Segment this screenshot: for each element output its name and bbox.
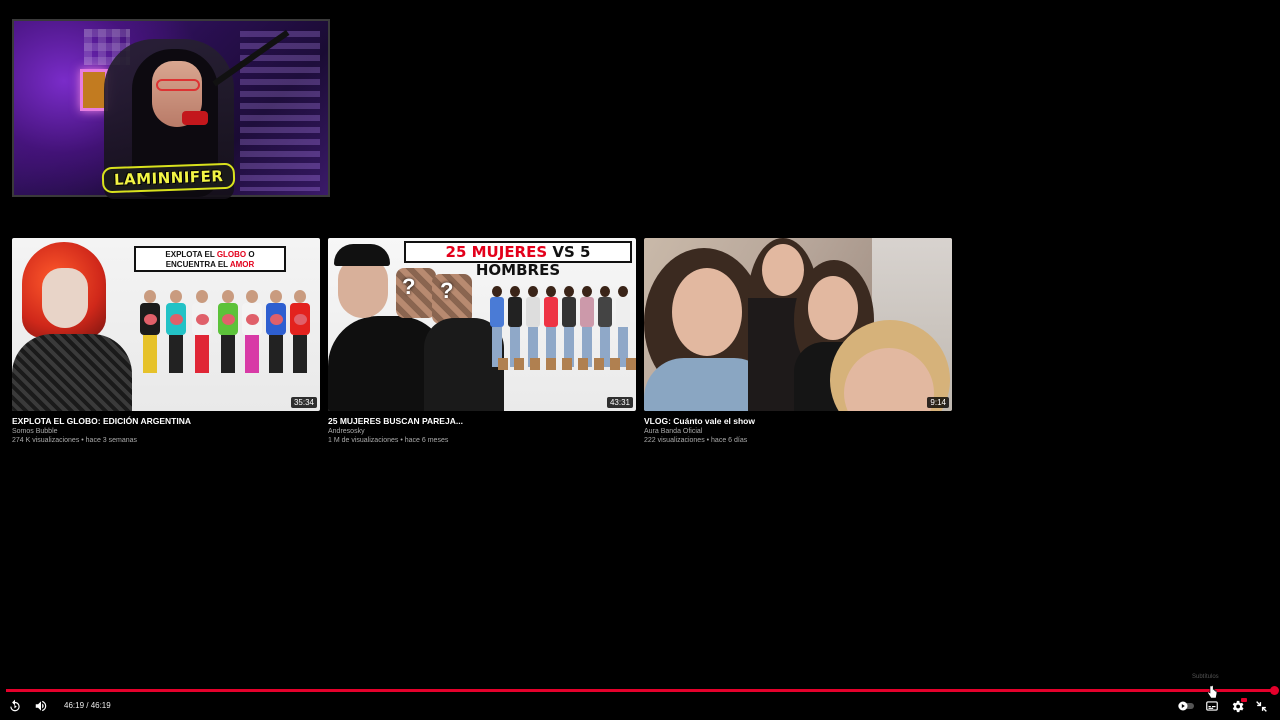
- progress-scrubber[interactable]: [1270, 686, 1279, 695]
- headline-text-red: GLOBO: [216, 250, 247, 259]
- video-meta: 1 M de visualizaciones • hace 6 meses: [328, 437, 449, 444]
- thumb-person: [218, 290, 238, 376]
- question-mark-icon: ?: [440, 278, 454, 303]
- volume-button[interactable]: [32, 697, 50, 715]
- headline-text-red: AMOR: [229, 260, 255, 269]
- subtitles-tooltip: Subtítulos: [1192, 674, 1219, 680]
- video-duration: 35:34: [290, 397, 317, 408]
- headline-text: ENCUENTRA EL: [165, 260, 230, 269]
- thumbnail-headline: 25 MUJERES VS 5 HOMBRES: [404, 241, 632, 279]
- suggested-video-card[interactable]: ? ? 25 MUJERES VS 5 HOMBRES 43:31 25 MUJ…: [328, 238, 636, 445]
- headline-text-red: 25 MUJERES: [445, 243, 548, 261]
- exit-fullscreen-icon: [1255, 700, 1267, 712]
- thumb-figure: [338, 258, 388, 318]
- settings-button[interactable]: [1228, 697, 1247, 715]
- hand-cursor-icon: [1207, 685, 1217, 699]
- player-controls: 46:19 / 46:19: [0, 695, 1280, 717]
- thumb-figure: [762, 244, 804, 296]
- channel-name[interactable]: Somos Bubble: [12, 427, 320, 436]
- time-display: 46:19 / 46:19: [64, 701, 111, 710]
- thumb-person: [192, 290, 212, 376]
- thumb-person: [140, 290, 160, 376]
- thumb-chairs: [498, 358, 636, 370]
- video-thumbnail[interactable]: EXPLOTA EL GLOBO O ENCUENTRA EL AMOR 35:…: [12, 238, 320, 411]
- progress-bar[interactable]: [6, 686, 1279, 695]
- video-title[interactable]: 25 MUJERES BUSCAN PAREJA...: [328, 416, 636, 427]
- question-mark-icon: ?: [402, 274, 416, 299]
- video-duration: 9:14: [927, 397, 949, 408]
- video-player[interactable]: LAMINNIFER EXPLOTA EL GLOBO O ENCUENTRA …: [0, 0, 1280, 720]
- thumb-figure: [334, 244, 390, 266]
- thumbnail-headline: EXPLOTA EL GLOBO O ENCUENTRA EL AMOR: [134, 246, 286, 272]
- replay-button[interactable]: [6, 697, 24, 715]
- headline-text: O: [246, 250, 255, 259]
- subtitles-icon: [1206, 701, 1218, 711]
- thumb-person: [242, 290, 262, 376]
- exit-fullscreen-button[interactable]: [1252, 697, 1270, 715]
- headline-text: EXPLOTA EL: [165, 250, 217, 259]
- streamer-glasses: [156, 79, 200, 91]
- autoplay-toggle-icon: [1178, 701, 1194, 711]
- video-title[interactable]: VLOG: Cuánto vale el show: [644, 416, 952, 427]
- video-thumbnail[interactable]: ? ? 25 MUJERES VS 5 HOMBRES 43:31: [328, 238, 636, 411]
- autoplay-toggle[interactable]: [1176, 697, 1196, 715]
- microphone: [182, 111, 208, 125]
- thumb-figure: [42, 268, 88, 328]
- suggested-video-card[interactable]: 9:14 VLOG: Cuánto vale el show Aura Band…: [644, 238, 952, 445]
- video-title[interactable]: EXPLOTA EL GLOBO: EDICIÓN ARGENTINA: [12, 416, 320, 427]
- replay-icon: [10, 699, 20, 712]
- video-thumbnail[interactable]: 9:14: [644, 238, 952, 411]
- thumb-person: [266, 290, 286, 376]
- thumb-figure: [672, 268, 742, 356]
- video-meta: 274 K visualizaciones • hace 3 semanas: [12, 437, 138, 444]
- video-meta: 222 visualizaciones • hace 6 días: [644, 437, 748, 444]
- endscreen-suggestions: EXPLOTA EL GLOBO O ENCUENTRA EL AMOR 35:…: [12, 238, 952, 448]
- channel-name[interactable]: Andresosky: [328, 427, 636, 436]
- channel-name[interactable]: Aura Banda Oficial: [644, 427, 952, 436]
- progress-played: [6, 689, 1274, 692]
- subtitles-button[interactable]: [1203, 697, 1221, 715]
- hd-badge: [1241, 698, 1247, 702]
- thumb-figure: [12, 334, 132, 411]
- video-duration: 43:31: [606, 397, 633, 408]
- thumb-person: [290, 290, 310, 376]
- suggested-video-card[interactable]: EXPLOTA EL GLOBO O ENCUENTRA EL AMOR 35:…: [12, 238, 320, 445]
- thumb-figure: [808, 276, 858, 340]
- volume-icon: [35, 700, 47, 712]
- streamer-name-tag: LAMINNIFER: [101, 162, 236, 194]
- thumb-person: [166, 290, 186, 376]
